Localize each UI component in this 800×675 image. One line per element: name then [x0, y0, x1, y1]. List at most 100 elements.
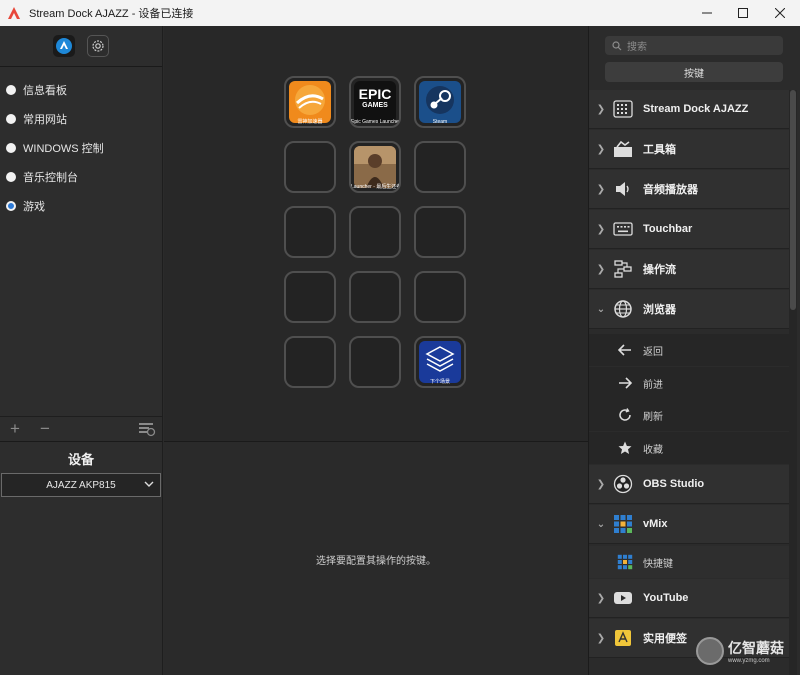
- action-item[interactable]: 刷新: [589, 399, 789, 431]
- plugin-category[interactable]: ❯ OBS Studio: [589, 465, 789, 504]
- key-empty[interactable]: [414, 271, 466, 323]
- steam-icon: [419, 81, 461, 123]
- vmix-grid-icon: [615, 554, 635, 570]
- category-label: 操作流: [643, 264, 676, 276]
- close-button[interactable]: [763, 0, 797, 26]
- action-item[interactable]: 前进: [589, 367, 789, 399]
- watermark-title: 亿智蘑菇: [728, 640, 784, 656]
- game-cover-icon: [354, 146, 396, 188]
- chevron-right-icon: ❯: [596, 223, 606, 235]
- action-label: 刷新: [643, 411, 663, 423]
- star-icon: [615, 441, 635, 455]
- action-item[interactable]: 返回: [589, 334, 789, 366]
- app-logo-icon: [8, 7, 20, 19]
- search-icon: [612, 40, 622, 50]
- scene-label: 音乐控制台: [23, 171, 78, 184]
- key-label: 下个场景: [429, 379, 450, 385]
- scene-options-button[interactable]: [138, 421, 156, 437]
- category-label: 实用便签: [643, 633, 687, 645]
- chevron-right-icon: ❯: [596, 592, 606, 604]
- key-empty[interactable]: [414, 206, 466, 258]
- flow-icon: [613, 259, 633, 279]
- youtube-icon: [613, 588, 633, 608]
- action-label: 收藏: [643, 444, 663, 456]
- action-label: 返回: [643, 346, 663, 358]
- plugin-category[interactable]: ❯ 工具箱: [589, 130, 789, 169]
- layers-icon: [419, 341, 461, 383]
- scene-panel: 信息看板 常用网站 WINDOWS 控制 音乐控制台 游戏: [0, 26, 163, 416]
- plugin-list-scrollbar[interactable]: [789, 90, 797, 675]
- category-label: OBS Studio: [643, 478, 705, 490]
- plugin-category[interactable]: ❯ 操作流: [589, 250, 789, 289]
- plugin-category[interactable]: ❯ Stream Dock AJAZZ: [589, 90, 789, 129]
- list-settings-icon: [139, 423, 156, 437]
- arrow-left-icon: [615, 344, 635, 356]
- maximize-button[interactable]: [726, 0, 760, 26]
- key-empty[interactable]: [284, 336, 336, 388]
- keypad-icon: [613, 99, 633, 119]
- watermark-url: www.yzmg.com: [728, 658, 770, 664]
- watermark: 亿智蘑菇 www.yzmg.com: [696, 633, 796, 669]
- minimize-button[interactable]: [690, 0, 724, 26]
- key-label: Launcher - 最后生还者: [351, 184, 399, 190]
- key-next-scene[interactable]: 下个场景: [414, 336, 466, 388]
- left-toolbar: [0, 26, 162, 67]
- app-home-icon: [56, 38, 72, 54]
- key-epic-games[interactable]: EPIC GAMES Epic Games Launcher: [349, 76, 401, 128]
- radio-selected-icon: [6, 200, 16, 211]
- category-label: YouTube: [643, 592, 689, 604]
- add-scene-button[interactable]: +: [0, 419, 30, 439]
- plugin-category-expanded[interactable]: ⌄ vMix: [589, 505, 789, 544]
- key-empty[interactable]: [284, 141, 336, 193]
- settings-button[interactable]: [87, 35, 109, 57]
- scene-item-selected[interactable]: 游戏: [0, 191, 162, 220]
- empty-selection-hint: 选择要配置其操作的按键。: [316, 556, 436, 567]
- maximize-icon: [738, 8, 748, 18]
- key-empty[interactable]: [349, 336, 401, 388]
- chevron-right-icon: ❯: [596, 632, 606, 644]
- scene-item[interactable]: 常用网站: [0, 104, 162, 133]
- key-empty[interactable]: [284, 206, 336, 258]
- key-label: 雷神加速器: [297, 119, 323, 125]
- keyboard-icon: [613, 219, 633, 239]
- key-grid-area: 雷神加速器 EPIC GAMES Epic Games Launcher Ste…: [164, 26, 588, 441]
- watermark-logo-icon: [696, 637, 724, 665]
- app-window: Stream Dock AJAZZ - 设备已连接 信息看板 常用网站 WIND…: [0, 0, 800, 675]
- radio-icon: [6, 171, 16, 182]
- scrollbar-thumb[interactable]: [790, 90, 796, 310]
- category-label: 音频播放器: [643, 184, 698, 196]
- gear-icon: [92, 40, 104, 52]
- close-icon: [775, 8, 785, 18]
- action-item[interactable]: 快捷键: [589, 546, 789, 578]
- refresh-icon: [615, 408, 635, 422]
- scene-label: WINDOWS 控制: [23, 142, 104, 155]
- category-label: Touchbar: [643, 223, 693, 235]
- chevron-right-icon: ❯: [596, 263, 606, 275]
- key-leigod[interactable]: 雷神加速器: [284, 76, 336, 128]
- home-button[interactable]: [53, 35, 75, 57]
- scene-item[interactable]: 音乐控制台: [0, 162, 162, 191]
- key-steam[interactable]: Steam: [414, 76, 466, 128]
- scene-item[interactable]: WINDOWS 控制: [0, 133, 162, 162]
- remove-scene-button[interactable]: −: [30, 419, 60, 439]
- plugin-list: ❯ Stream Dock AJAZZ ❯ 工具箱 ❯ 音频播放器 ❯ Touc…: [589, 90, 789, 675]
- plugin-category[interactable]: ❯ Touchbar: [589, 210, 789, 249]
- key-game-launcher[interactable]: Launcher - 最后生还者: [349, 141, 401, 193]
- plugin-category[interactable]: ❯ 音频播放器: [589, 170, 789, 209]
- tab-keys[interactable]: 按键: [605, 62, 783, 82]
- scene-item[interactable]: 信息看板: [0, 75, 162, 104]
- device-panel: 设备 AJAZZ AKP815: [0, 441, 163, 675]
- chevron-down-icon: ⌄: [596, 518, 606, 530]
- device-dropdown[interactable]: AJAZZ AKP815: [1, 473, 161, 497]
- key-empty[interactable]: [284, 271, 336, 323]
- key-empty[interactable]: [349, 206, 401, 258]
- plugin-category-expanded[interactable]: ⌄ 浏览器: [589, 290, 789, 329]
- category-label: Stream Dock AJAZZ: [643, 103, 749, 115]
- scene-toolbar: + −: [0, 416, 163, 441]
- search-input[interactable]: 搜索: [627, 38, 647, 53]
- action-item[interactable]: 收藏: [589, 432, 789, 464]
- key-empty[interactable]: [414, 141, 466, 193]
- search-box[interactable]: 搜索: [605, 36, 783, 55]
- plugin-category[interactable]: ❯ YouTube: [589, 579, 789, 618]
- key-empty[interactable]: [349, 271, 401, 323]
